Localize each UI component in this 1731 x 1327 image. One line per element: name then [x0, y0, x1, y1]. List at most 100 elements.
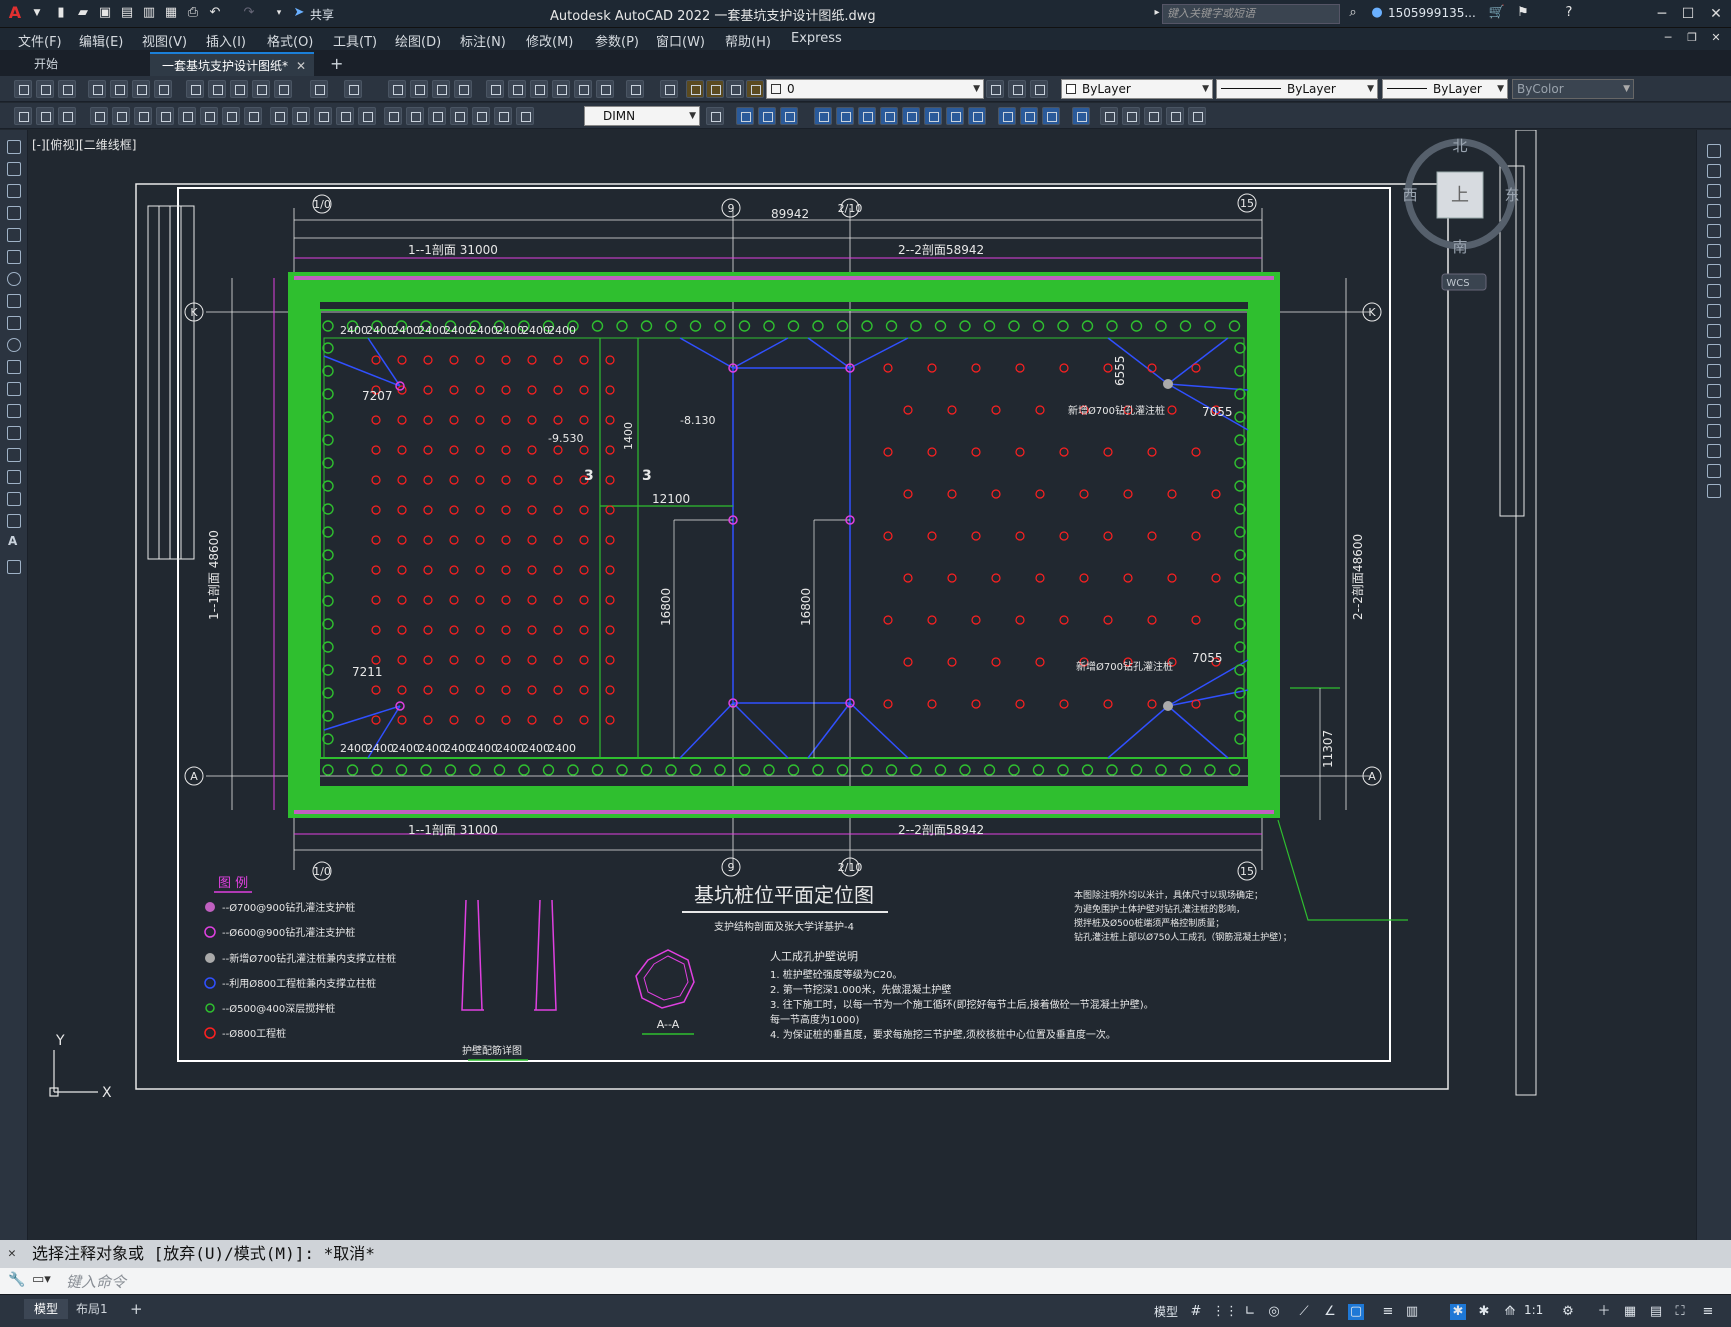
tab-layout1[interactable]: 布局1 — [66, 1299, 118, 1319]
erase-icon[interactable] — [1707, 144, 1721, 158]
revcloud-icon[interactable] — [7, 294, 21, 308]
doc-minimize-button[interactable]: ─ — [1656, 28, 1680, 48]
chamfer-icon[interactable] — [1020, 107, 1038, 125]
dim-update-icon[interactable] — [516, 107, 534, 125]
recent-commands-icon[interactable]: ▭▾ — [32, 1272, 51, 1287]
tolerance-icon[interactable] — [384, 107, 402, 125]
break-obj-icon[interactable] — [1707, 384, 1721, 398]
trim-icon[interactable] — [924, 107, 942, 125]
continue-dim-icon[interactable] — [314, 107, 332, 125]
menu-parametric[interactable]: 参数(P) — [595, 31, 639, 50]
radius-dim-icon[interactable] — [178, 107, 196, 125]
menu-view[interactable]: 视图(V) — [142, 31, 187, 50]
fillet-obj-icon[interactable] — [1707, 444, 1721, 458]
line-icon[interactable] — [7, 140, 21, 154]
explode-icon[interactable] — [1072, 107, 1090, 125]
annotation-scale-icon[interactable]: ⟰ — [1502, 1304, 1518, 1320]
block-editor-icon[interactable] — [274, 80, 292, 98]
cut-icon[interactable] — [186, 80, 204, 98]
layer-lock-icon[interactable] — [746, 80, 764, 98]
print-preview-icon[interactable] — [110, 80, 128, 98]
splinedit-icon[interactable] — [1166, 107, 1184, 125]
ellipse-icon[interactable] — [7, 338, 21, 352]
open-file-icon[interactable]: ▰ — [74, 4, 92, 22]
redo-tool-icon[interactable] — [344, 80, 362, 98]
polygon-icon[interactable] — [7, 206, 21, 220]
layer-previous-icon[interactable] — [1008, 80, 1026, 98]
ordinate-dim-icon[interactable] — [156, 107, 174, 125]
copy-obj-icon[interactable] — [1707, 164, 1721, 178]
stretch-obj-icon[interactable] — [1707, 304, 1721, 318]
save-as-icon[interactable]: ▤ — [118, 4, 136, 22]
undo-tool-icon[interactable] — [310, 80, 328, 98]
rectangle-icon[interactable] — [7, 228, 21, 242]
grid-icon[interactable]: # — [1188, 1304, 1204, 1320]
construction-line-icon[interactable] — [7, 162, 21, 176]
menu-modify[interactable]: 修改(M) — [526, 31, 573, 50]
match-properties-icon[interactable] — [252, 80, 270, 98]
offset-icon[interactable] — [780, 107, 798, 125]
add-selected-icon[interactable] — [7, 560, 21, 574]
new-file-icon[interactable]: ▮ — [52, 4, 70, 22]
blend-icon[interactable] — [1707, 464, 1721, 478]
clean-screen-icon[interactable]: ⛶ — [1672, 1304, 1688, 1320]
pan-icon[interactable] — [388, 80, 406, 98]
polyline-icon[interactable] — [7, 184, 21, 198]
3d-print-icon[interactable] — [154, 80, 172, 98]
ortho-icon[interactable]: ∟ — [1242, 1304, 1258, 1320]
minimize-button[interactable]: ─ — [1650, 4, 1674, 24]
save-tool-icon[interactable] — [58, 80, 76, 98]
copy-tool-icon[interactable] — [736, 107, 754, 125]
stretch-icon[interactable] — [902, 107, 920, 125]
plotstyle-dropdown[interactable]: ByColor ▼ — [1512, 79, 1634, 99]
layer-states-icon[interactable] — [1030, 80, 1048, 98]
join-icon[interactable] — [998, 107, 1016, 125]
annotation-visibility-icon[interactable]: ✱ — [1450, 1304, 1466, 1320]
linetype-dropdown[interactable]: ByLayer ▼ — [1216, 79, 1378, 99]
extend-icon[interactable] — [946, 107, 964, 125]
search-input[interactable]: 键入关键字或短语 — [1162, 4, 1340, 24]
copy-icon[interactable] — [208, 80, 226, 98]
add-layout-button[interactable]: + — [120, 1299, 153, 1319]
explode-obj-icon[interactable] — [1707, 484, 1721, 498]
search-icon[interactable]: ⌕ — [1344, 4, 1362, 22]
undo-icon[interactable]: ↶ — [206, 4, 224, 22]
redo-icon[interactable]: ↷ — [240, 4, 258, 22]
properties-icon[interactable] — [486, 80, 504, 98]
arc-icon[interactable] — [7, 250, 21, 264]
center-mark-icon[interactable] — [406, 107, 424, 125]
layer-dropdown[interactable]: 0 ▼ — [766, 79, 984, 99]
cart-icon[interactable]: 🛒 — [1488, 4, 1506, 22]
diameter-dim-icon[interactable] — [222, 107, 240, 125]
fillet-icon[interactable] — [1042, 107, 1060, 125]
arc-length-dim-icon[interactable] — [134, 107, 152, 125]
mtext-icon[interactable]: A — [8, 534, 17, 548]
dim-space-icon[interactable] — [336, 107, 354, 125]
dim-break-icon[interactable] — [358, 107, 376, 125]
model-space-toggle[interactable]: 模型 — [1154, 1303, 1178, 1320]
object-snap-icon[interactable]: ▢ — [1348, 1304, 1364, 1320]
quick-dim-icon[interactable] — [270, 107, 288, 125]
customize-icon[interactable]: ≡ — [1700, 1304, 1716, 1320]
extend-obj-icon[interactable] — [1707, 344, 1721, 358]
lineweight-icon[interactable]: ≡ — [1380, 1304, 1396, 1320]
viewcube[interactable]: 上 北 南 西 东 WCS — [1400, 130, 1520, 300]
move-obj-icon[interactable] — [1707, 244, 1721, 258]
move-icon[interactable] — [836, 107, 854, 125]
dim-edit-icon[interactable] — [472, 107, 490, 125]
menu-draw[interactable]: 绘图(D) — [395, 31, 441, 50]
scale-obj-icon[interactable] — [1707, 284, 1721, 298]
draworder-icon[interactable] — [1100, 107, 1118, 125]
autocad-logo-icon[interactable]: A — [6, 4, 24, 22]
qnew-icon[interactable] — [14, 80, 32, 98]
open-icon[interactable] — [36, 80, 54, 98]
app-menu-chevron-icon[interactable]: ▼ — [28, 4, 46, 22]
point-icon[interactable] — [7, 426, 21, 440]
new-tab-button[interactable]: + — [318, 52, 355, 76]
polar-icon[interactable]: ◎ — [1266, 1304, 1282, 1320]
rotate-obj-icon[interactable] — [1707, 264, 1721, 278]
menu-express[interactable]: Express — [791, 31, 842, 46]
units-icon[interactable]: ▦ — [1622, 1304, 1638, 1320]
inspection-icon[interactable] — [428, 107, 446, 125]
circle-icon[interactable] — [7, 272, 21, 286]
